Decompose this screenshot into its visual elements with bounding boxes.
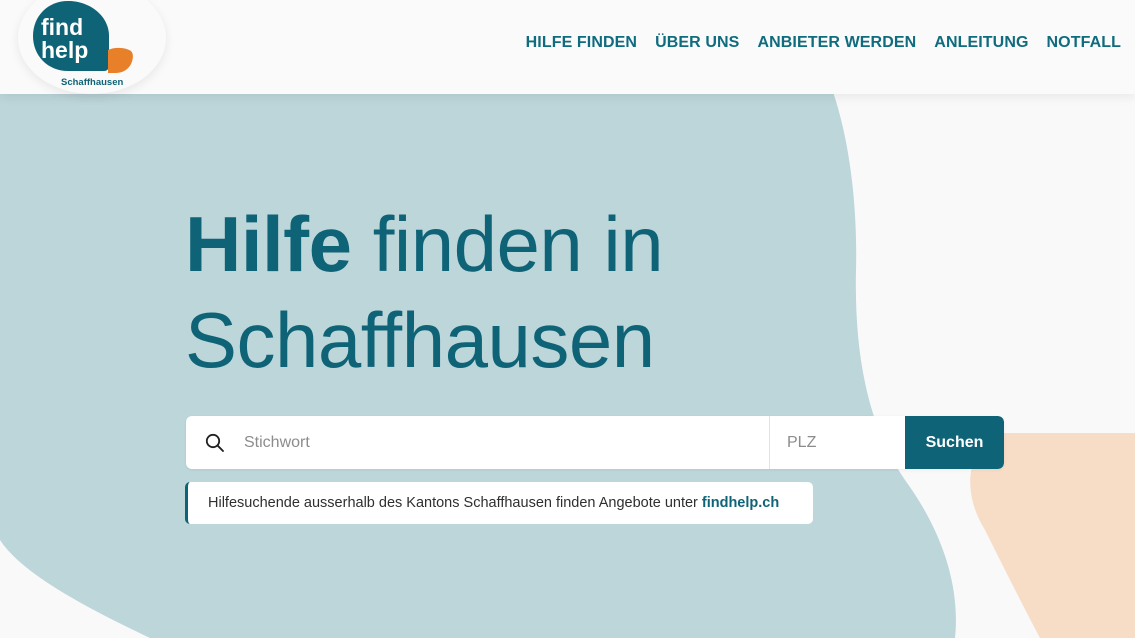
- site-header: find help Schaffhausen HILFE FINDEN ÜBER…: [0, 0, 1135, 94]
- search-button[interactable]: Suchen: [905, 416, 1004, 469]
- search-icon: [186, 416, 244, 469]
- nav-item-notfall[interactable]: NOTFALL: [1047, 34, 1121, 52]
- title-line2: Schaffhausen: [185, 296, 655, 384]
- plz-input[interactable]: [770, 416, 905, 469]
- nav-item-hilfe-finden[interactable]: HILFE FINDEN: [526, 34, 637, 52]
- title-rest: finden in: [372, 200, 664, 288]
- search-form: Suchen: [186, 416, 1004, 469]
- findhelp-link[interactable]: findhelp.ch: [702, 495, 779, 511]
- findhelp-logo[interactable]: find help Schaffhausen: [28, 0, 138, 92]
- keyword-input[interactable]: [244, 416, 769, 469]
- info-note-text: Hilfesuchende ausserhalb des Kantons Sch…: [208, 495, 698, 511]
- page-title: Hilfe finden in Schaffhausen: [185, 196, 664, 388]
- page: find help Schaffhausen HILFE FINDEN ÜBER…: [0, 0, 1135, 638]
- logo-region: Schaffhausen: [61, 77, 123, 88]
- nav-item-anbieter-werden[interactable]: ANBIETER WERDEN: [757, 34, 916, 52]
- main-nav: HILFE FINDEN ÜBER UNS ANBIETER WERDEN AN…: [526, 34, 1121, 52]
- logo-word-help: help: [41, 37, 88, 63]
- info-note: Hilfesuchende ausserhalb des Kantons Sch…: [185, 482, 813, 524]
- title-bold-word: Hilfe: [185, 200, 352, 288]
- nav-item-ueber-uns[interactable]: ÜBER UNS: [655, 34, 739, 52]
- nav-item-anleitung[interactable]: ANLEITUNG: [934, 34, 1028, 52]
